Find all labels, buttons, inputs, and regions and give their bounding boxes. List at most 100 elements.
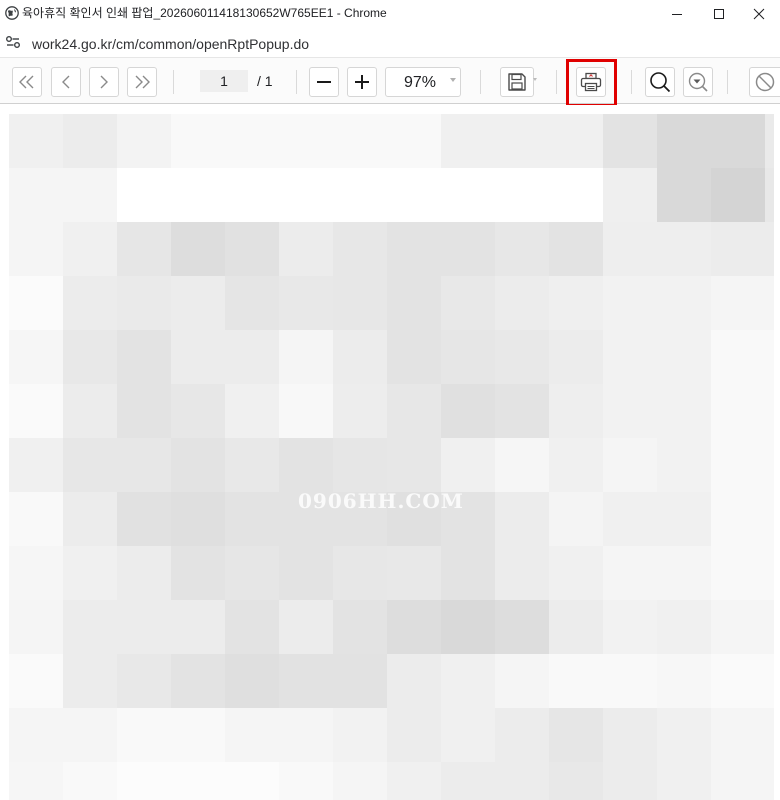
pixelated-document xyxy=(9,114,774,800)
mosaic-cell xyxy=(603,708,657,762)
prev-page-button[interactable] xyxy=(51,67,81,97)
mosaic-cell xyxy=(225,114,279,168)
mosaic-cell xyxy=(279,546,333,600)
mosaic-cell xyxy=(657,330,711,384)
mosaic-cell xyxy=(657,654,711,708)
mosaic-cell xyxy=(279,222,333,276)
mosaic-cell xyxy=(63,600,117,654)
mosaic-cell xyxy=(117,384,171,438)
zoom-out-button[interactable] xyxy=(309,67,339,97)
print-button-highlight xyxy=(566,59,617,107)
mosaic-cell xyxy=(765,168,774,222)
mosaic-cell xyxy=(711,708,765,762)
mosaic-cell xyxy=(387,708,441,762)
toolbar-divider xyxy=(631,70,632,94)
mosaic-cell xyxy=(117,762,171,800)
mosaic-cell xyxy=(495,708,549,762)
mosaic-cell xyxy=(117,276,171,330)
mosaic-cell xyxy=(441,330,495,384)
current-page-input[interactable]: 1 xyxy=(200,70,248,92)
mosaic-cell xyxy=(549,762,603,800)
tune-icon[interactable] xyxy=(5,35,21,49)
mosaic-cell xyxy=(225,600,279,654)
close-viewer-button[interactable] xyxy=(749,67,780,97)
mosaic-cell xyxy=(549,438,603,492)
mosaic-cell xyxy=(9,114,63,168)
mosaic-cell xyxy=(765,708,774,762)
mosaic-cell xyxy=(495,600,549,654)
close-window-button[interactable] xyxy=(736,0,780,27)
mosaic-cell xyxy=(549,114,603,168)
mosaic-cell xyxy=(333,222,387,276)
mosaic-cell xyxy=(711,654,765,708)
mosaic-cell xyxy=(63,654,117,708)
mosaic-cell xyxy=(333,384,387,438)
address-bar: work24.go.kr/cm/common/openRptPopup.do xyxy=(0,27,780,57)
zoom-select[interactable]: 97% xyxy=(385,67,461,97)
mosaic-cell xyxy=(657,762,711,800)
mosaic-cell xyxy=(387,384,441,438)
mosaic-cell xyxy=(711,276,765,330)
mosaic-cell xyxy=(549,492,603,546)
mosaic-cell xyxy=(333,114,387,168)
chevron-right-icon xyxy=(100,75,108,89)
mosaic-cell xyxy=(387,438,441,492)
mosaic-cell xyxy=(171,654,225,708)
mosaic-cell xyxy=(603,384,657,438)
first-page-button[interactable] xyxy=(12,67,42,97)
minimize-button[interactable] xyxy=(654,0,700,27)
mosaic-cell xyxy=(603,276,657,330)
mosaic-cell xyxy=(63,168,117,222)
mosaic-cell xyxy=(441,222,495,276)
mosaic-cell xyxy=(9,384,63,438)
viewer-toolbar: 1 / 1 97% xyxy=(0,57,780,104)
floppy-disk-icon xyxy=(508,73,526,91)
mosaic-cell xyxy=(603,114,657,168)
mosaic-cell xyxy=(495,384,549,438)
mosaic-cell xyxy=(279,384,333,438)
mosaic-cell xyxy=(171,276,225,330)
mosaic-cell xyxy=(441,546,495,600)
mosaic-cell xyxy=(711,168,765,222)
mosaic-cell xyxy=(171,438,225,492)
zoom-in-button[interactable] xyxy=(347,67,377,97)
close-icon xyxy=(753,8,765,19)
mosaic-cell xyxy=(549,708,603,762)
mosaic-cell xyxy=(63,438,117,492)
mosaic-cell xyxy=(657,492,711,546)
mosaic-cell xyxy=(495,546,549,600)
next-page-button[interactable] xyxy=(89,67,119,97)
mosaic-cell xyxy=(9,600,63,654)
no-entry-icon xyxy=(755,72,775,92)
mosaic-cell xyxy=(279,708,333,762)
last-page-button[interactable] xyxy=(127,67,157,97)
watermark-text: 0906HH.COM xyxy=(298,489,464,513)
mosaic-cell xyxy=(225,222,279,276)
mosaic-cell xyxy=(333,168,387,222)
search-next-button[interactable] xyxy=(683,67,713,97)
mosaic-cell xyxy=(549,546,603,600)
mosaic-cell xyxy=(279,438,333,492)
mosaic-cell xyxy=(657,708,711,762)
mosaic-cell xyxy=(333,276,387,330)
search-button[interactable] xyxy=(645,67,675,97)
mosaic-cell xyxy=(711,330,765,384)
mosaic-cell xyxy=(225,330,279,384)
mosaic-cell xyxy=(603,438,657,492)
mosaic-cell xyxy=(225,492,279,546)
mosaic-cell xyxy=(279,114,333,168)
mosaic-cell xyxy=(9,546,63,600)
mosaic-cell xyxy=(441,654,495,708)
mosaic-cell xyxy=(657,168,711,222)
mosaic-cell xyxy=(603,168,657,222)
mosaic-cell xyxy=(441,114,495,168)
mosaic-cell xyxy=(765,438,774,492)
mosaic-cell xyxy=(225,168,279,222)
url-text[interactable]: work24.go.kr/cm/common/openRptPopup.do xyxy=(32,36,309,52)
save-button[interactable] xyxy=(500,67,534,97)
document-viewer[interactable]: 0906HH.COM xyxy=(0,105,780,800)
mosaic-cell xyxy=(495,330,549,384)
mosaic-cell xyxy=(711,222,765,276)
mosaic-cell xyxy=(171,330,225,384)
mosaic-cell xyxy=(441,708,495,762)
